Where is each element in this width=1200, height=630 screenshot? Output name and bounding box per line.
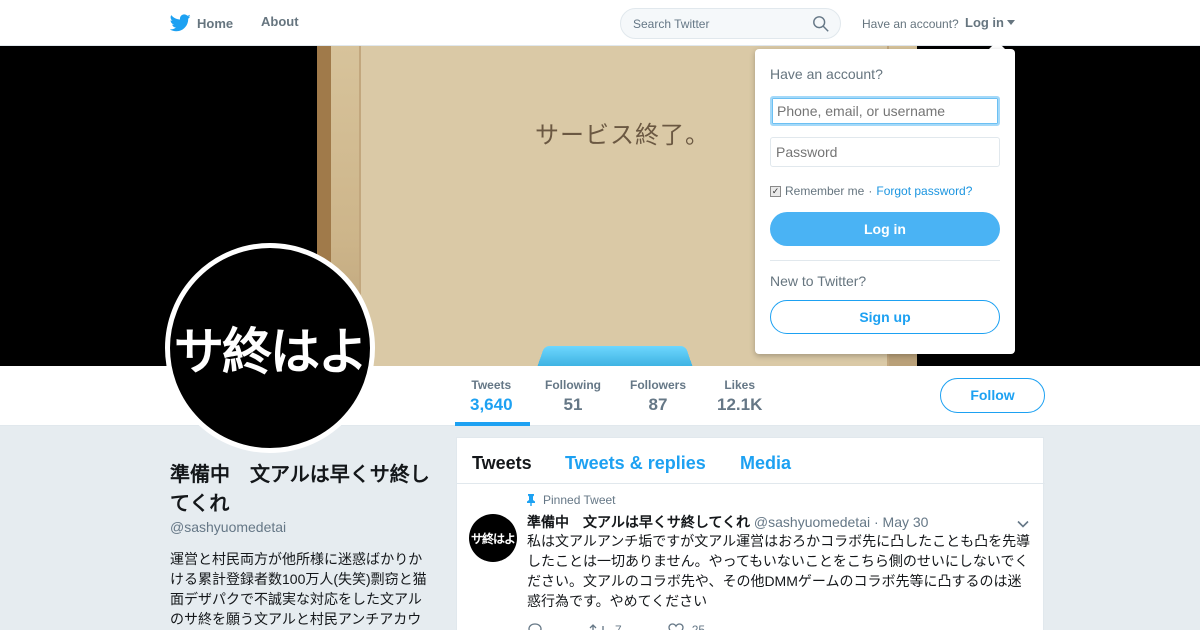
remember-me-label[interactable]: Remember me (785, 184, 864, 198)
new-to-twitter-text: New to Twitter? (770, 273, 867, 289)
heart-icon (668, 623, 684, 630)
search-placeholder: Search Twitter (633, 17, 710, 31)
stat-value: 12.1K (717, 395, 763, 414)
remember-me-checkbox[interactable]: ✓ (770, 185, 781, 197)
nav-about-link[interactable]: About (261, 14, 299, 29)
remember-me-row: ✓ Remember me · Forgot password? (770, 184, 972, 198)
profile-name: 準備中 文アルは早くサ終してくれ (170, 464, 430, 515)
login-dropdown: Have an account? ✓ Remember me · Forgot … (755, 49, 1015, 354)
pin-icon (527, 494, 535, 506)
stat-label: Following (545, 378, 601, 392)
divider (770, 260, 1000, 261)
stat-value: 51 (563, 395, 583, 414)
signup-button[interactable]: Sign up (770, 300, 1000, 334)
chevron-down-icon[interactable] (1017, 518, 1029, 530)
tab-tweets[interactable]: Tweets (472, 453, 532, 474)
timeline-tabs: Tweets Tweets & replies Media (457, 438, 1045, 484)
stat-label: Tweets (471, 378, 512, 392)
avatar-text: サ終はよ (174, 323, 368, 381)
login-dropdown-toggle[interactable]: Log in (965, 15, 1015, 30)
login-link-label: Log in (965, 15, 1004, 30)
have-account-text: Have an account? (862, 17, 959, 31)
stat-following[interactable]: Following 51 (545, 378, 601, 415)
tweet-text: 私は文アルアンチ垢ですが文アル運営はおろかコラボ先に凸したことも凸を先導したこと… (527, 533, 1031, 609)
profile-handle: @sashyuomedetai (170, 519, 287, 535)
nav-home-label: Home (197, 15, 234, 31)
retweet-action[interactable]: 7 (589, 623, 622, 630)
stat-value: 3,640 (470, 395, 513, 414)
separator: · (868, 184, 873, 198)
search-icon[interactable] (812, 15, 830, 33)
nav-home-link[interactable]: Home (170, 14, 233, 32)
tweet-actions: 7 25 (527, 623, 705, 630)
pinned-label: Pinned Tweet (543, 493, 616, 507)
like-action[interactable]: 25 (668, 623, 705, 630)
active-stat-indicator (455, 422, 530, 426)
tab-media[interactable]: Media (740, 453, 791, 474)
stat-value: 87 (648, 395, 668, 414)
tweet-author-name[interactable]: 準備中 文アルは早くサ終してくれ (527, 514, 750, 530)
retweet-icon (589, 624, 604, 630)
top-navigation-bar: Home About Search Twitter Have an accoun… (0, 0, 1200, 46)
banner-text: サービス終了。 (535, 121, 710, 149)
reply-icon (528, 623, 542, 630)
dropdown-title: Have an account? (770, 66, 883, 82)
tweet-header: 準備中 文アルは早くサ終してくれ @sashyuomedetai · May 3… (527, 514, 929, 530)
caret-down-icon (1007, 20, 1015, 25)
timeline: Tweets Tweets & replies Media Pinned Twe… (456, 437, 1045, 630)
twitter-bird-icon (170, 14, 191, 32)
banner-gem-image (534, 345, 696, 366)
profile-avatar[interactable]: サ終はよ (165, 243, 375, 453)
login-button[interactable]: Log in (770, 212, 1000, 246)
profile-bio: 運営と村民両方が他所様に迷惑ばかりかける累計登録者数100万人(失笑)剽窃と猫面… (170, 551, 427, 627)
username-field[interactable] (770, 96, 1000, 126)
stat-label: Likes (724, 378, 756, 392)
stat-label: Followers (630, 378, 687, 392)
stat-followers[interactable]: Followers 87 (630, 378, 686, 415)
pinned-tweet-indicator: Pinned Tweet (525, 493, 616, 507)
reply-action[interactable] (527, 623, 543, 630)
tweet-date[interactable]: May 30 (883, 514, 929, 530)
tweet-author-handle[interactable]: @sashyuomedetai (754, 514, 870, 530)
follow-button[interactable]: Follow (940, 378, 1045, 413)
stat-likes[interactable]: Likes 12.1K (717, 378, 762, 415)
forgot-password-link[interactable]: Forgot password? (876, 184, 972, 198)
stat-tweets[interactable]: Tweets 3,640 (470, 378, 513, 415)
nav-about-label: About (261, 14, 299, 29)
search-input[interactable]: Search Twitter (620, 8, 841, 39)
like-count: 25 (691, 623, 706, 630)
password-field[interactable] (770, 137, 1000, 167)
retweet-count: 7 (615, 623, 622, 630)
tweet-avatar-text: サ終はよ (470, 531, 516, 546)
tab-tweets-replies[interactable]: Tweets & replies (565, 453, 706, 474)
tweet-avatar[interactable]: サ終はよ (469, 514, 517, 562)
